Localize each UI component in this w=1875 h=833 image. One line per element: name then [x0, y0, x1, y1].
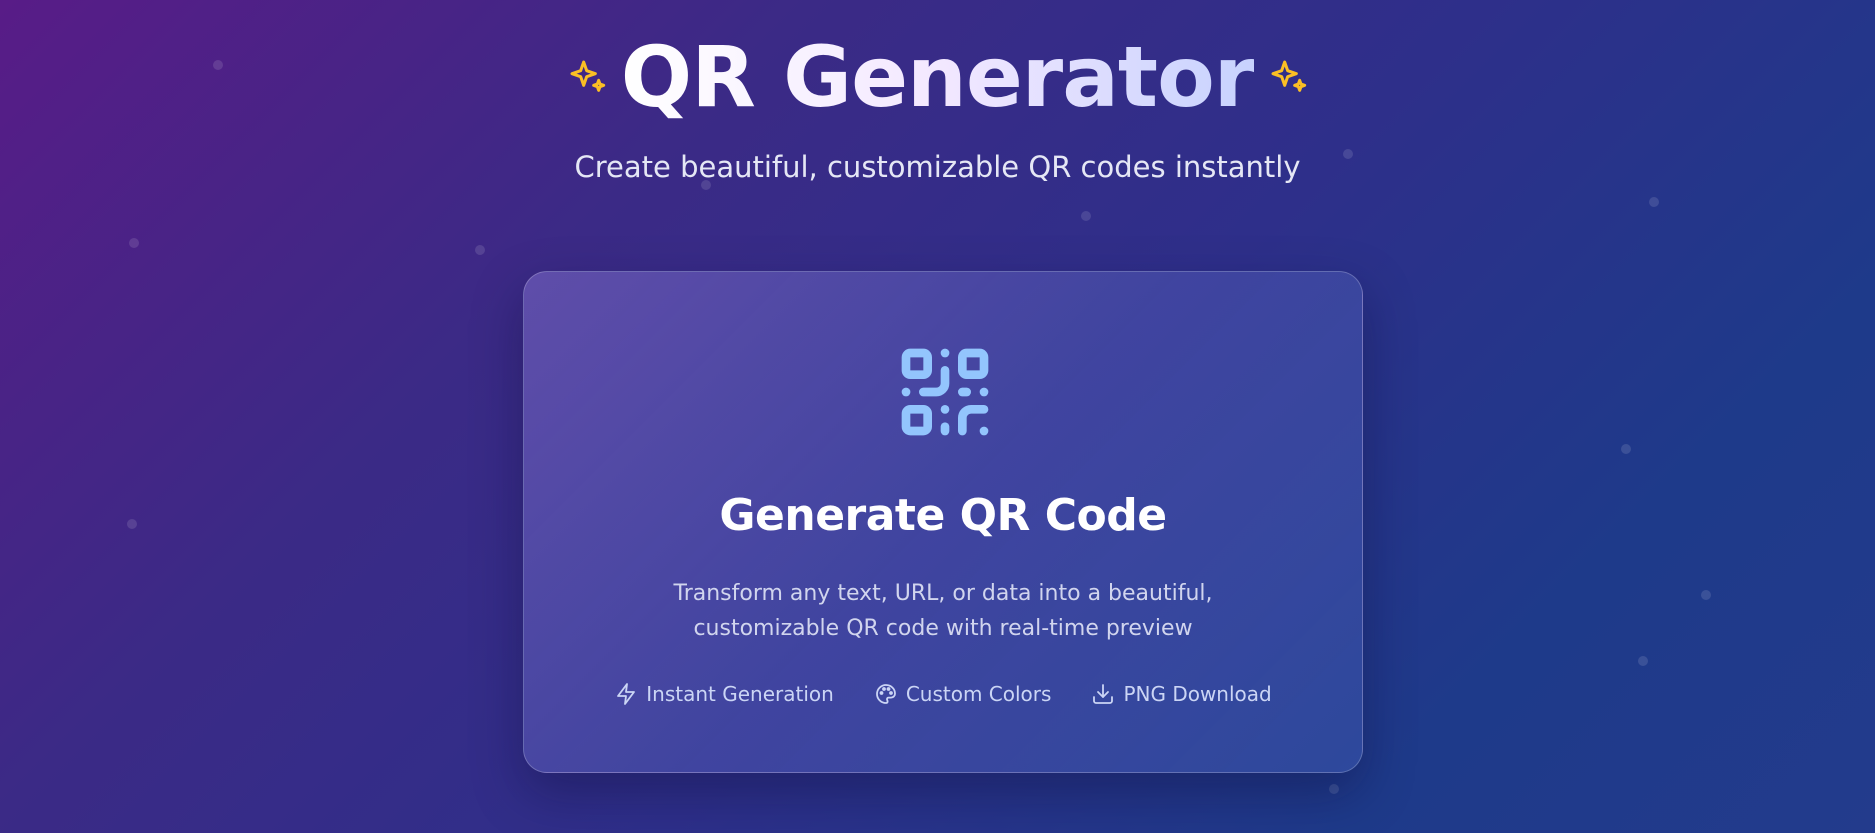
generate-card[interactable]: Generate QR Code Transform any text, URL…: [523, 271, 1363, 773]
download-icon: [1093, 684, 1114, 704]
feature-png-download: PNG Download: [1091, 682, 1272, 706]
feature-list: Instant Generation Custom Colors PNG Dow…: [524, 682, 1362, 706]
title-row: QR Generator: [0, 28, 1875, 126]
feature-label: Instant Generation: [646, 682, 834, 706]
card-description: Transform any text, URL, or data into a …: [524, 576, 1362, 646]
zap-icon: [617, 683, 636, 705]
feature-custom-colors: Custom Colors: [874, 682, 1052, 706]
card-title: Generate QR Code: [719, 490, 1167, 541]
qr-code-icon: [901, 348, 989, 436]
feature-label: PNG Download: [1123, 682, 1272, 706]
page-title: QR Generator: [620, 28, 1255, 126]
sparkles-icon: [1271, 60, 1307, 92]
sparkles-icon: [570, 60, 605, 92]
card-description-line: customizable QR code with real-time prev…: [693, 616, 1193, 641]
feature-label: Custom Colors: [905, 682, 1052, 706]
card-description-line: Transform any text, URL, or data into a …: [673, 581, 1213, 606]
palette-icon: [875, 684, 896, 704]
page-subtitle: Create beautiful, customizable QR codes …: [574, 150, 1301, 184]
feature-instant-generation: Instant Generation: [614, 682, 834, 706]
